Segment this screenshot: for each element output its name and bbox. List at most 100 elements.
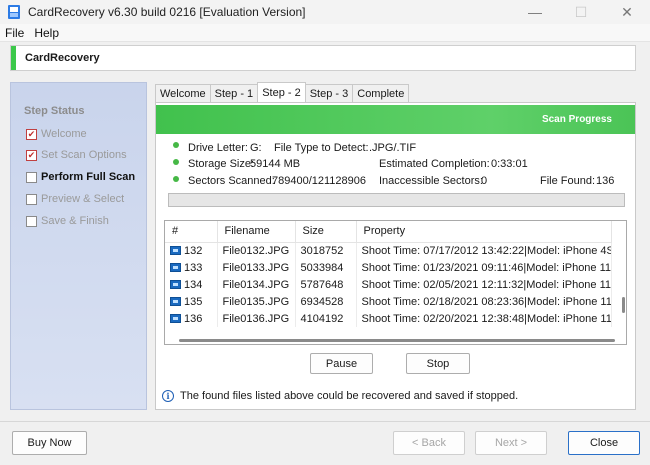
info-icon: i (162, 390, 174, 402)
table-header-row: # Filename Size Property (165, 221, 612, 243)
brand-bar: CardRecovery (10, 45, 636, 71)
file-found-label: File Found: (540, 175, 596, 187)
brand-accent (11, 46, 16, 70)
info-row-drive (173, 142, 188, 148)
inaccessible-sectors-label: Inaccessible Sectors: (379, 175, 483, 187)
status-dot-icon (173, 176, 179, 182)
step-status-panel: Step Status Welcome Set Scan Options Per… (10, 82, 147, 410)
stop-button[interactable]: Stop (406, 353, 470, 374)
tab-welcome[interactable]: Welcome (155, 84, 211, 102)
sectors-scanned-value: 789400/121128906 (272, 175, 367, 187)
info-row-sectors (173, 176, 188, 182)
step-preview-select: Preview & Select (26, 193, 124, 205)
info-note: i The found files listed above could be … (162, 390, 518, 402)
image-file-icon (170, 263, 181, 273)
table-row[interactable]: 136 File0136.JPG 4104192 Shoot Time: 02/20/… (165, 310, 612, 327)
tab-step-2[interactable]: Step - 2 (257, 82, 306, 102)
estimated-completion-label: Estimated Completion: (379, 158, 490, 170)
column-header-size[interactable]: Size (295, 221, 357, 243)
storage-size-label: Storage Size: (188, 158, 255, 170)
sectors-scanned-label: Sectors Scanned: (188, 175, 275, 187)
row-property-cell: Shoot Time: 02/05/2021 12:11:32|Model: i… (356, 276, 612, 293)
found-files-table[interactable]: # Filename Size Property 132 File0132.JPG… (164, 220, 627, 345)
minimize-button[interactable]: — (512, 0, 558, 24)
scan-progress-title: Scan Progress (541, 114, 612, 125)
maximize-button[interactable]: ☐ (558, 0, 604, 24)
checkbox-checked-icon (26, 149, 37, 161)
row-number-cell: 134 (165, 276, 218, 293)
checkbox-empty-icon (26, 193, 37, 205)
buy-now-button[interactable]: Buy Now (12, 431, 87, 455)
row-size-cell: 3018752 (295, 242, 357, 259)
file-found-value: 136 (596, 175, 615, 187)
column-header-filename[interactable]: Filename (217, 221, 296, 243)
window-title: CardRecovery v6.30 build 0216 [Evaluatio… (28, 5, 306, 19)
row-number-cell: 132 (165, 242, 218, 259)
image-file-icon (170, 280, 181, 290)
horizontal-scrollbar[interactable] (179, 339, 615, 342)
table-row[interactable]: 132 File0132.JPG 3018752 Shoot Time: 07/17/… (165, 242, 612, 259)
drive-letter-label: Drive Letter: (188, 142, 248, 154)
scan-progress-bar (168, 193, 625, 207)
tab-strip: Welcome Step - 1 Step - 2 Step - 3 Compl… (155, 82, 410, 102)
status-dot-icon (173, 159, 179, 165)
row-filename-cell: File0132.JPG (217, 242, 296, 259)
next-button[interactable]: Next > (475, 431, 547, 455)
vertical-scrollbar[interactable] (622, 297, 625, 313)
row-filename-cell: File0133.JPG (217, 259, 296, 276)
step-set-scan-options: Set Scan Options (26, 149, 127, 161)
app-icon (8, 5, 20, 19)
row-filename-cell: File0135.JPG (217, 293, 296, 310)
pause-button[interactable]: Pause (310, 353, 373, 374)
row-property-cell: Shoot Time: 02/18/2021 08:23:36|Model: i… (356, 293, 612, 310)
back-button[interactable]: < Back (393, 431, 465, 455)
estimated-completion-value: 0:33:01 (491, 158, 528, 170)
close-button[interactable]: Close (568, 431, 640, 455)
step-status-heading: Step Status (24, 105, 85, 117)
table-row[interactable]: 133 File0133.JPG 5033984 Shoot Time: 01/23/… (165, 259, 612, 276)
menu-help[interactable]: Help (29, 26, 64, 40)
footer-divider (0, 421, 650, 422)
row-number-cell: 136 (165, 310, 218, 327)
table-row[interactable]: 135 File0135.JPG 6934528 Shoot Time: 02/18/… (165, 293, 612, 310)
table-row[interactable]: 134 File0134.JPG 5787648 Shoot Time: 02/05/… (165, 276, 612, 293)
checkbox-empty-icon (26, 215, 37, 227)
menu-bar: File Help (0, 24, 650, 42)
step-save-finish: Save & Finish (26, 215, 109, 227)
info-note-text: The found files listed above could be re… (180, 390, 519, 402)
row-filename-cell: File0136.JPG (217, 310, 296, 327)
step-welcome: Welcome (26, 128, 87, 140)
checkbox-empty-icon (26, 171, 37, 183)
row-filename-cell: File0134.JPG (217, 276, 296, 293)
image-file-icon (170, 314, 181, 324)
checkbox-checked-icon (26, 128, 37, 140)
brand-title: CardRecovery (25, 52, 100, 64)
menu-file[interactable]: File (0, 26, 29, 40)
row-size-cell: 5033984 (295, 259, 357, 276)
tab-complete[interactable]: Complete (352, 84, 410, 102)
column-header-number[interactable]: # (165, 221, 218, 243)
row-size-cell: 4104192 (295, 310, 357, 327)
status-dot-icon (173, 142, 179, 148)
inaccessible-sectors-value: 0 (481, 175, 488, 187)
scan-content-panel: Scan Progress Drive Letter: G: File Type… (155, 102, 636, 410)
row-property-cell: Shoot Time: 01/23/2021 09:11:46|Model: i… (356, 259, 612, 276)
row-property-cell: Shoot Time: 07/17/2012 13:42:22|Model: i… (356, 242, 612, 259)
row-number-cell: 133 (165, 259, 218, 276)
title-bar: CardRecovery v6.30 build 0216 [Evaluatio… (0, 0, 650, 24)
storage-size-value: 59144 MB (250, 158, 301, 170)
row-size-cell: 5787648 (295, 276, 357, 293)
step-perform-full-scan: Perform Full Scan (26, 171, 135, 183)
tab-step-1[interactable]: Step - 1 (209, 84, 259, 102)
row-number-cell: 135 (165, 293, 218, 310)
close-window-button[interactable]: ✕ (604, 0, 650, 24)
file-type-label: File Type to Detect: (274, 142, 369, 154)
tab-step-3[interactable]: Step - 3 (304, 84, 354, 102)
column-header-property[interactable]: Property (356, 221, 612, 243)
drive-letter-value: G: (250, 142, 262, 154)
row-property-cell: Shoot Time: 02/20/2021 12:38:48|Model: i… (356, 310, 612, 327)
row-size-cell: 6934528 (295, 293, 357, 310)
scan-progress-header: Scan Progress (156, 105, 635, 134)
image-file-icon (170, 297, 181, 307)
file-type-value: .JPG/.TIF (369, 142, 417, 154)
